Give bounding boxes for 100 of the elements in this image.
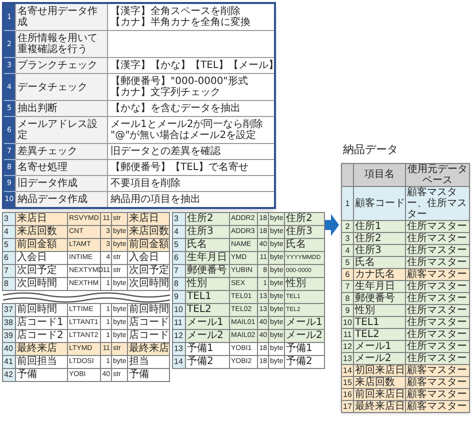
table-cell: 7: [172, 264, 186, 278]
step-label: 名寄せ処理: [15, 160, 107, 176]
step-detail: 【漢字】【かな】【TEL】【メール】: [110, 60, 271, 71]
column-header: 使用元データベース: [406, 163, 470, 186]
table-cell: 予備2: [186, 356, 230, 368]
step-detail: 【漢字】全角スペースを削除: [110, 6, 240, 17]
step-detail: 【カナ】半角カナを全角に変換: [110, 17, 252, 28]
table-cell: 13: [342, 352, 354, 364]
table-cell: 初回来店日: [354, 364, 406, 376]
step-detail: 旧データとの差異を確認: [110, 146, 222, 157]
table-cell: 2: [342, 220, 354, 232]
step-label: メールアドレス設定: [15, 116, 107, 144]
table-cell: 5: [2, 238, 16, 252]
table-cell: 14: [172, 356, 186, 368]
table-cell: 7: [342, 280, 354, 292]
table-cell: メール1: [354, 340, 406, 352]
table-cell: 住所マスター: [406, 340, 470, 352]
step-label: ブランクチェック: [15, 58, 107, 74]
table-cell: 来店回数: [354, 376, 406, 388]
table-cell: 6: [172, 252, 186, 264]
step-detail: "@"が無い場合はメール2を設定: [110, 130, 258, 141]
step-label: 抽出判断: [15, 100, 107, 116]
table-cell: 41: [2, 356, 16, 368]
step-label: データチェック: [15, 74, 107, 100]
table-cell: 13: [172, 342, 186, 356]
step-detail: メール1とメール2が同一なら削除: [110, 119, 264, 130]
table-cell: 予備2: [284, 356, 324, 368]
table-cell: 16: [342, 388, 354, 400]
table-cell: 予備: [16, 368, 68, 382]
table-cell: 3: [342, 232, 354, 244]
table-cell: 住所マスター: [406, 328, 470, 340]
table-cell: 6: [2, 252, 16, 264]
column-header: 項目名: [354, 163, 406, 186]
table-cell: 40: [2, 342, 16, 356]
table-cell: 住所3: [354, 244, 406, 256]
table-cell: 住所マスター: [406, 316, 470, 328]
table-cell: TEL2: [354, 328, 406, 340]
table-cell: 5: [172, 238, 186, 252]
table-cell: 次回時間: [16, 278, 68, 290]
step-label: 旧データ作成: [15, 176, 107, 192]
table-cell: 住所マスター: [406, 280, 470, 292]
step-detail: 【郵便番号】"000-0000"形式: [110, 76, 249, 87]
table-cell: 17: [342, 400, 354, 412]
table-cell: 顧客マスター: [406, 376, 470, 388]
table-cell: 生年月日: [354, 280, 406, 292]
table-cell: 37: [2, 304, 16, 316]
table-cell: 1: [342, 186, 354, 220]
table-cell: 7: [2, 264, 16, 278]
table-cell: 予備: [128, 368, 170, 382]
table-cell: メール2: [354, 352, 406, 364]
step-detail: 【かな】を含むデータを抽出: [110, 103, 242, 114]
table-cell: 住所マスター: [406, 220, 470, 232]
step-label: 差異チェック: [15, 144, 107, 160]
table-cell: 42: [2, 368, 16, 382]
table-cell: 5: [342, 256, 354, 268]
table-cell: 顧客コード: [354, 186, 406, 220]
table-cell: 顧客マスター、住所マスター: [406, 186, 470, 220]
table-cell: 14: [342, 364, 354, 376]
table-cell: 15: [342, 376, 354, 388]
table-cell: 8: [2, 278, 16, 290]
table-cell: 住所マスター: [406, 256, 470, 268]
table-cell: 12: [342, 340, 354, 352]
table-cell: 住所マスター: [406, 244, 470, 256]
table-cell: カナ氏名: [354, 268, 406, 280]
table-cell: 次回時間: [128, 278, 170, 290]
table-cell: 顧客マスター: [406, 364, 470, 376]
step-detail: 不要項目を削除: [110, 178, 182, 189]
step-label: 納品データ作成: [15, 192, 107, 208]
table-cell: 6: [342, 268, 354, 280]
table-cell: 9: [342, 304, 354, 316]
table-cell: 11: [342, 328, 354, 340]
table-cell: 住所マスター: [406, 304, 470, 316]
table-cell: 3: [2, 212, 16, 226]
table-cell: 住所1: [354, 220, 406, 232]
table-cell: 4: [342, 244, 354, 256]
table-cell: 住所マスター: [406, 232, 470, 244]
step-label: 名寄せ用データ作成: [15, 3, 107, 30]
table-cell: 11: [172, 316, 186, 330]
table-cell: 12: [172, 330, 186, 342]
table-cell: 10: [342, 316, 354, 328]
table-cell: TEL1: [354, 316, 406, 328]
table-cell: 郵便番号: [354, 292, 406, 304]
table-cell: 住所マスター: [406, 292, 470, 304]
step-detail: 【郵便番号】【TEL】で名寄せ: [110, 162, 250, 173]
table-cell: 前回来店日: [354, 388, 406, 400]
table-cell: 4: [2, 226, 16, 238]
table-cell: 顧客マスター: [406, 400, 470, 412]
table-cell: 9: [172, 290, 186, 304]
arrow-icon: [325, 214, 339, 236]
section-title: 納品データ: [343, 142, 399, 158]
table-cell: 38: [2, 316, 16, 330]
table-cell: 8: [342, 292, 354, 304]
table-cell: 顧客マスター: [406, 268, 470, 280]
table-cell: 顧客マスター: [406, 388, 470, 400]
table-cell: 3: [172, 212, 186, 226]
step-label: 住所情報を用いて重複確認を行う: [15, 30, 107, 58]
table-cell: 住所マスター: [406, 352, 470, 364]
table-cell: 4: [172, 226, 186, 238]
table-cell: 8: [172, 278, 186, 290]
step-detail: 【カナ】文字列チェック: [110, 87, 222, 98]
